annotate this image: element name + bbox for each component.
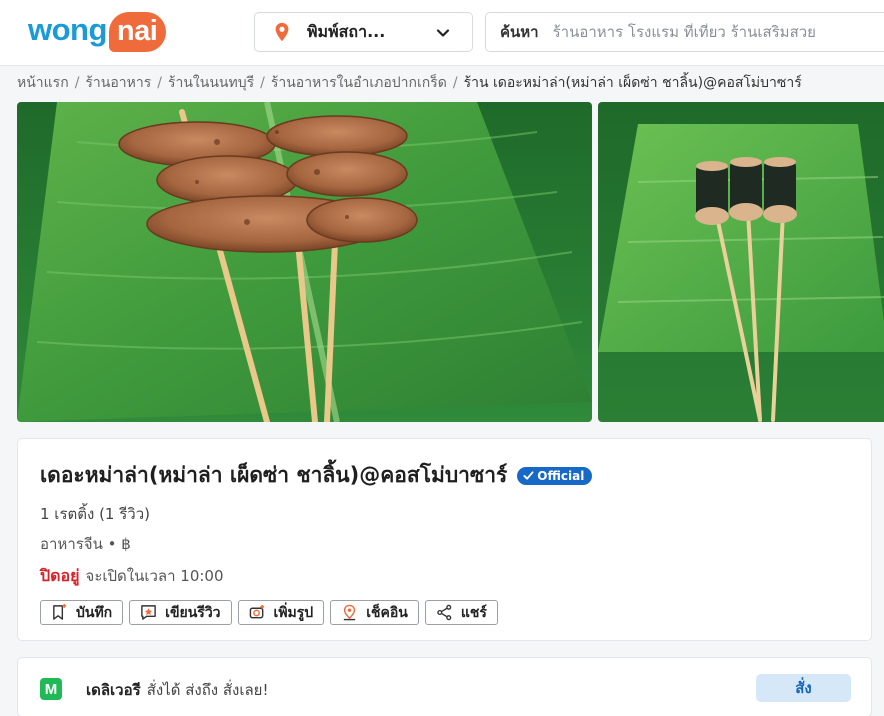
breadcrumb-district[interactable]: ร้านอาหารในอำเภอปากเกร็ด [271, 72, 447, 94]
breadcrumb-separator: / [260, 75, 265, 91]
official-label: Official [537, 468, 585, 483]
breadcrumb: หน้าแรก / ร้านอาหาร / ร้านในนนทบุรี / ร้านอ… [17, 72, 884, 94]
opening-time: จะเปิดในเวลา 10:00 [85, 567, 224, 585]
title-row: เดอะหม่าล่า(หม่าล่า เผ็ดซ่า ชาลิ้น)@คอสโ… [40, 459, 593, 492]
breadcrumb-restaurants[interactable]: ร้านอาหาร [85, 72, 151, 94]
search-input[interactable] [552, 23, 884, 41]
checkin-button[interactable]: เช็คอิน [330, 600, 419, 625]
top-header: wong nai พิมพ์สถา... ค้นหา [0, 0, 884, 66]
rating-summary[interactable]: 1 เรตติ้ง (1 รีวิว) [40, 502, 150, 526]
restaurant-photo-1[interactable] [17, 102, 592, 422]
delivery-title: เดลิเวอรี [86, 681, 141, 699]
lineman-icon: M [40, 678, 62, 700]
seaweed-skewers-photo [598, 102, 884, 422]
closed-label: ปิดอยู่ [40, 566, 80, 585]
chevron-down-icon [436, 29, 450, 37]
checkin-pin-icon [344, 604, 356, 621]
checkin-label: เช็คอิน [366, 604, 408, 621]
photo-label: เพิ่มรูป [273, 604, 314, 621]
restaurant-photo-2[interactable] [598, 102, 884, 422]
breadcrumb-province[interactable]: ร้านในนนทบุรี [168, 72, 254, 94]
logo-text: wong nai [28, 12, 167, 52]
share-button[interactable]: แชร์ [424, 600, 498, 625]
official-badge: Official [517, 466, 593, 485]
delivery-text: เดลิเวอรี สั่งได้ ส่งถึง สั่งเลย! [86, 678, 268, 702]
restaurant-info-card: เดอะหม่าล่า(หม่าล่า เผ็ดซ่า ชาลิ้น)@คอสโ… [17, 438, 872, 641]
search-box[interactable]: ค้นหา [485, 12, 884, 52]
save-button[interactable]: บันทึก [40, 600, 124, 625]
breadcrumb-separator: / [452, 75, 458, 91]
share-label: แชร์ [460, 604, 487, 621]
camera-plus-icon [249, 604, 264, 619]
location-pin-icon [275, 22, 289, 42]
search-label: ค้นหา [500, 23, 539, 41]
breadcrumb-separator: / [157, 75, 162, 91]
grilled-skewers-photo [17, 102, 592, 422]
share-icon [437, 604, 452, 621]
logo-accent-text: nai [108, 12, 167, 52]
review-star-icon [141, 605, 156, 620]
opening-status: ปิดอยู่ จะเปิดในเวลา 10:00 [40, 564, 224, 589]
wongnai-logo[interactable]: wong nai [28, 12, 167, 52]
delivery-card: M เดลิเวอรี สั่งได้ ส่งถึง สั่งเลย! สั่ง [17, 657, 872, 716]
location-label: พิมพ์สถา... [307, 21, 386, 41]
logo-main-text: wong [28, 12, 107, 47]
review-label: เขียนรีวิว [165, 604, 221, 621]
add-photo-button[interactable]: เพิ่มรูป [237, 600, 325, 625]
bookmark-plus-icon [53, 604, 67, 620]
restaurant-name: เดอะหม่าล่า(หม่าล่า เผ็ดซ่า ชาลิ้น)@คอสโ… [40, 463, 508, 487]
order-button[interactable]: สั่ง [756, 674, 851, 702]
breadcrumb-separator: / [74, 75, 80, 91]
check-icon [523, 471, 534, 480]
location-selector[interactable]: พิมพ์สถา... [254, 12, 473, 52]
breadcrumb-current: ร้าน เดอะหม่าล่า(หม่าล่า เผ็ดซ่า ชาลิ้น)… [463, 75, 802, 91]
action-buttons: บันทึก เขียนรีวิว เพิ่มรูป เช็คอิน แชร์ [40, 600, 498, 625]
delivery-tagline: สั่งได้ ส่งถึง สั่งเลย! [146, 681, 269, 699]
restaurant-category: อาหารจีน • ฿ [40, 535, 131, 553]
save-label: บันทึก [76, 604, 113, 621]
write-review-button[interactable]: เขียนรีวิว [129, 600, 232, 625]
breadcrumb-home[interactable]: หน้าแรก [17, 72, 69, 94]
